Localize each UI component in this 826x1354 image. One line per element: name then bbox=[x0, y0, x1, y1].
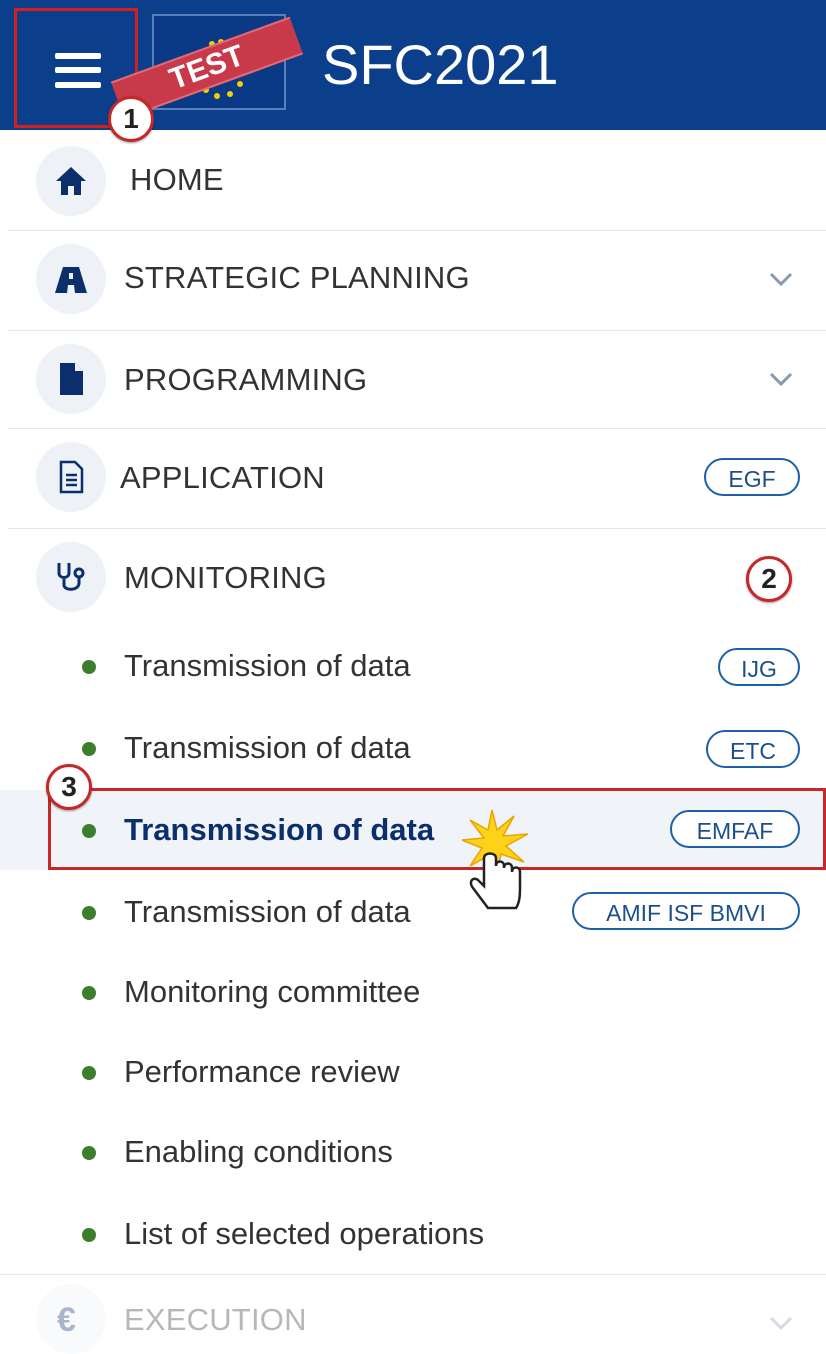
submenu-item-label: Transmission of data bbox=[124, 894, 411, 929]
menu-item-strategic-planning[interactable]: STRATEGIC PLANNING bbox=[8, 230, 826, 331]
chevron-down-icon[interactable] bbox=[768, 266, 794, 292]
submenu-item-label: List of selected operations bbox=[124, 1216, 485, 1251]
chevron-down-icon[interactable] bbox=[768, 1310, 794, 1336]
menu-item-home[interactable]: HOME bbox=[8, 130, 826, 231]
bullet-dot bbox=[82, 660, 96, 674]
fund-tag: AMIF ISF BMVI bbox=[572, 892, 800, 930]
bullet-dot bbox=[82, 986, 96, 1000]
submenu-item-enabling-conditions[interactable]: Enabling conditions bbox=[0, 1112, 826, 1192]
menu-line bbox=[55, 53, 101, 59]
submenu-item-monitoring-committee[interactable]: Monitoring committee bbox=[0, 952, 826, 1032]
menu-item-label: HOME bbox=[130, 162, 224, 197]
menu-line bbox=[55, 82, 101, 88]
svg-text:€: € bbox=[57, 1301, 76, 1337]
bullet-dot bbox=[82, 742, 96, 756]
step-badge-3: 3 bbox=[46, 764, 92, 810]
menu-item-label: APPLICATION bbox=[120, 460, 325, 495]
bullet-dot bbox=[82, 1228, 96, 1242]
fund-tag: ETC bbox=[706, 730, 800, 768]
submenu-item-transmission-of-data-ijg[interactable]: Transmission of data IJG bbox=[0, 626, 826, 706]
submenu-item-list-of-selected-operations[interactable]: List of selected operations bbox=[0, 1194, 826, 1275]
step-badge-2: 2 bbox=[746, 556, 792, 602]
chevron-down-icon[interactable] bbox=[768, 366, 794, 392]
fund-tag: IJG bbox=[718, 648, 800, 686]
submenu-item-label: Transmission of data bbox=[124, 730, 411, 765]
submenu-item-label: Enabling conditions bbox=[124, 1134, 393, 1169]
app-title: SFC2021 bbox=[322, 33, 559, 96]
menu-item-monitoring[interactable]: MONITORING bbox=[8, 528, 826, 626]
submenu-item-performance-review[interactable]: Performance review bbox=[0, 1032, 826, 1112]
submenu-item-transmission-of-data-amif[interactable]: Transmission of data AMIF ISF BMVI bbox=[0, 872, 826, 952]
road-icon bbox=[36, 244, 106, 314]
bullet-dot bbox=[82, 906, 96, 920]
menu-item-label: MONITORING bbox=[124, 560, 327, 595]
submenu-item-label: Performance review bbox=[124, 1054, 400, 1089]
submenu-item-label: Monitoring committee bbox=[124, 974, 421, 1009]
menu-item-programming[interactable]: PROGRAMMING bbox=[8, 330, 826, 429]
stethoscope-icon bbox=[36, 542, 106, 612]
fund-tag: EGF bbox=[704, 458, 800, 496]
document-icon bbox=[36, 344, 106, 414]
bullet-dot bbox=[82, 1066, 96, 1080]
menu-item-label: STRATEGIC PLANNING bbox=[124, 260, 470, 295]
menu-line bbox=[55, 67, 101, 73]
menu-item-execution[interactable]: € EXECUTION bbox=[8, 1276, 826, 1354]
home-icon bbox=[36, 146, 106, 216]
bullet-dot bbox=[82, 1146, 96, 1160]
menu-item-label: PROGRAMMING bbox=[124, 362, 368, 397]
submenu-item-label: Transmission of data bbox=[124, 648, 411, 683]
submenu-item-transmission-of-data-etc[interactable]: Transmission of data ETC bbox=[0, 708, 826, 788]
menu-item-label: EXECUTION bbox=[124, 1302, 307, 1337]
file-text-icon bbox=[36, 442, 106, 512]
menu-item-application[interactable]: APPLICATION EGF bbox=[8, 428, 826, 529]
highlight-frame bbox=[48, 788, 826, 870]
